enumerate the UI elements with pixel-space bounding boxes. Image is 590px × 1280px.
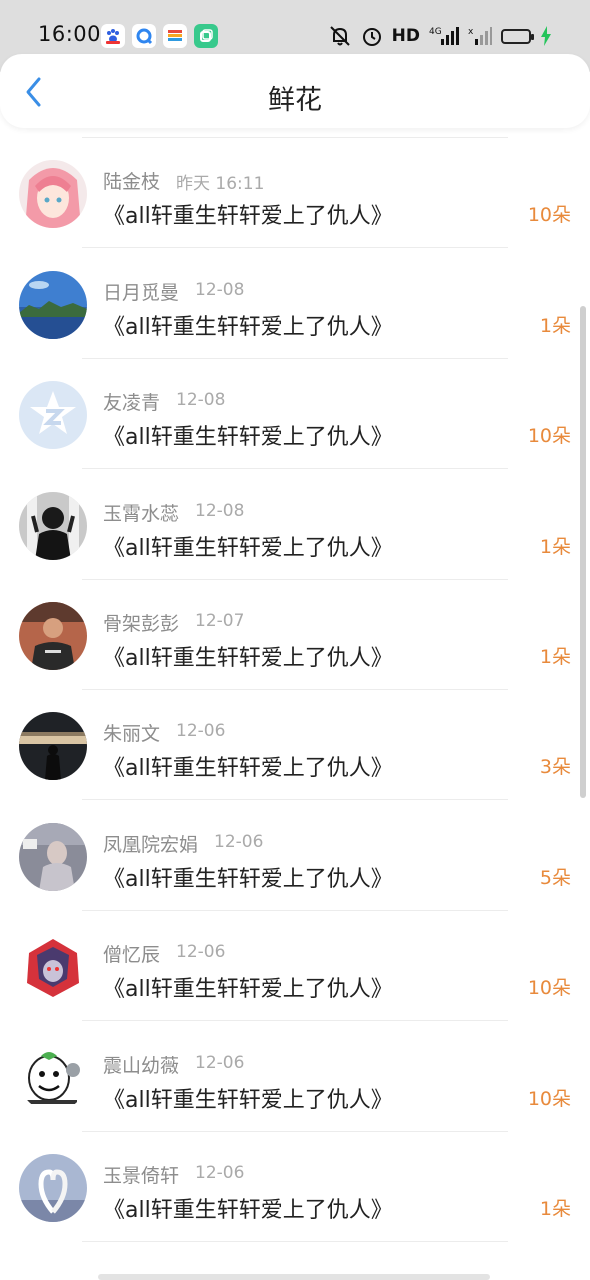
list-item[interactable]: 玉霄水蕊 12-08 《all轩重生轩轩爱上了仇人》 1朵 (0, 442, 590, 580)
sender-name[interactable]: 凤凰院宏娟 (103, 830, 198, 857)
charging-bolt-icon (540, 24, 552, 48)
sender-name[interactable]: 玉霄水蕊 (103, 499, 179, 526)
scrollbar[interactable] (580, 306, 586, 798)
sender-name[interactable]: 震山幼薇 (103, 1051, 179, 1078)
messaging-app-icon (194, 24, 218, 48)
wallet-app-icon (163, 24, 187, 48)
sender-name[interactable]: 日月觅曼 (103, 278, 179, 305)
status-time: 16:00 (38, 22, 102, 46)
avatar-man-photo[interactable] (19, 602, 87, 670)
notification-app-icons (101, 24, 218, 48)
system-status-icons: HD 4G x (328, 24, 552, 48)
avatar-anime-character[interactable] (19, 933, 87, 1002)
list-item[interactable]: 日月觅曼 12-08 《all轩重生轩轩爱上了仇人》 1朵 (0, 221, 590, 359)
list-item[interactable]: 骨架彭彭 12-07 《all轩重生轩轩爱上了仇人》 1朵 (0, 552, 590, 690)
flower-count: 1朵 (539, 1198, 571, 1220)
baidu-app-icon (101, 24, 125, 48)
sent-time: 12-06 (214, 831, 264, 852)
sent-time: 12-08 (195, 279, 245, 300)
avatar-sunset-silhouette[interactable] (19, 712, 87, 781)
list-item[interactable]: 玉景倚轩 12-06 《all轩重生轩轩爱上了仇人》 1朵 (0, 1104, 590, 1242)
flower-gift-list[interactable]: 《all轩重生轩轩爱上了仇人》1朵陆金枝昨天 16:11《all轩重生轩轩爱上了… (0, 72, 590, 1280)
avatar-swans[interactable] (19, 1154, 87, 1222)
sender-name[interactable]: 友凌青 (103, 388, 160, 415)
hd-indicator: HD (391, 26, 420, 46)
signal-4g-icon: 4G (429, 24, 459, 48)
sender-name[interactable]: 僧忆辰 (103, 940, 160, 967)
browser-app-icon (132, 24, 156, 48)
bottom-indicator (98, 1274, 490, 1280)
sent-time: 12-06 (176, 721, 226, 742)
avatar-lake-landscape[interactable] (19, 270, 87, 339)
sender-name[interactable]: 骨架彭彭 (103, 609, 179, 636)
sent-time: 12-06 (195, 1163, 245, 1183)
list-item[interactable]: 凤凰院宏娟 12-06 《all轩重生轩轩爱上了仇人》 5朵 (0, 773, 590, 911)
page-title: 鲜花 (268, 85, 322, 116)
svg-text:x: x (468, 27, 474, 37)
list-item[interactable]: 僧忆辰 12-06 《all轩重生轩轩爱上了仇人》 10朵 (0, 883, 590, 1022)
avatar-meme-face[interactable] (19, 1043, 87, 1112)
sender-name[interactable]: 陆金枝 (103, 167, 160, 194)
book-title[interactable]: 《all轩重生轩轩爱上了仇人》 (103, 1192, 393, 1224)
sent-time: 12-08 (176, 390, 226, 411)
sent-time: 12-06 (195, 1052, 245, 1073)
row-divider (82, 1241, 508, 1242)
avatar-pink-hair-anime-girl[interactable] (19, 160, 87, 229)
sent-time: 12-07 (195, 611, 245, 631)
mute-bell-icon (328, 24, 352, 48)
avatar-blurry-girl[interactable] (19, 822, 87, 891)
avatar-dark-figure[interactable] (19, 491, 87, 560)
alarm-clock-icon (361, 24, 383, 48)
sender-name[interactable]: 玉景倚轩 (103, 1161, 179, 1188)
list-item[interactable]: 震山幼薇 12-06 《all轩重生轩轩爱上了仇人》 10朵 (0, 994, 590, 1132)
sent-time: 昨天 16:11 (176, 174, 265, 195)
list-item[interactable]: 友凌青 12-08 《all轩重生轩轩爱上了仇人》 10朵 (0, 331, 590, 470)
svg-text:4G: 4G (429, 27, 442, 37)
sent-time: 12-08 (195, 500, 245, 521)
sender-name[interactable]: 朱丽文 (103, 719, 160, 746)
sent-time: 12-06 (176, 942, 226, 963)
battery-icon (501, 24, 534, 48)
avatar-default-star[interactable] (19, 381, 87, 450)
signal-weak-icon: x (468, 24, 492, 48)
list-item[interactable]: 朱丽文 12-06 《all轩重生轩轩爱上了仇人》 3朵 (0, 662, 590, 801)
page-header: 鲜花 (0, 54, 590, 128)
